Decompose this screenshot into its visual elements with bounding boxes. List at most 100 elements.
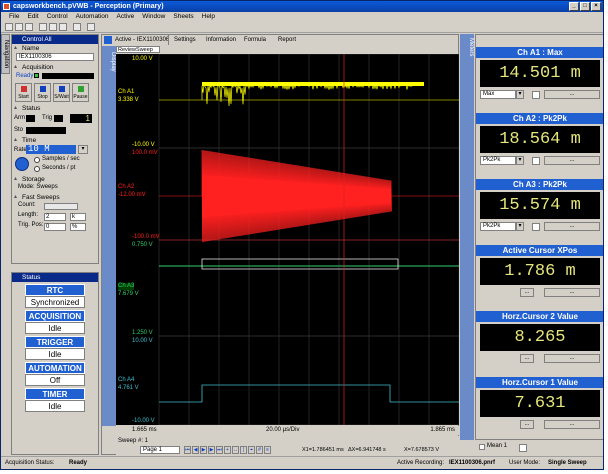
mean-checkbox[interactable]: [479, 444, 485, 450]
marker-icon[interactable]: ⌖: [248, 446, 255, 454]
meter-6-config-button[interactable]: ...: [544, 420, 600, 429]
zoom-icon[interactable]: +: [224, 446, 231, 454]
ch4-bottom-scale: -10.00 V: [132, 418, 155, 424]
samples-radio[interactable]: [34, 157, 40, 163]
navigation-side-tab[interactable]: Navigation: [1, 34, 10, 74]
length-field[interactable]: 2: [44, 213, 66, 221]
ch1-band: [202, 82, 424, 86]
trig-count: 1: [70, 114, 92, 123]
maximize-button[interactable]: □: [580, 2, 590, 11]
time-section[interactable]: Time: [12, 136, 98, 145]
meter-5-options-button[interactable]: ...: [520, 354, 534, 363]
ch4-value: 4.761 V: [118, 385, 139, 392]
meter-2-select[interactable]: Pk2Pk: [480, 156, 516, 165]
name-section[interactable]: Name: [12, 44, 98, 53]
status-section[interactable]: Status: [12, 104, 98, 113]
help-icon[interactable]: [87, 23, 95, 31]
meter-3-options-button[interactable]: ...: [544, 222, 600, 231]
meter-4-config-button[interactable]: ...: [544, 288, 600, 297]
display-side-tab[interactable]: Display: [102, 46, 116, 426]
paste-icon[interactable]: [59, 23, 67, 31]
first-page-icon[interactable]: ⏮: [184, 446, 191, 454]
meter-3-select[interactable]: Pk2Pk: [480, 222, 516, 231]
rate-value[interactable]: 10 M: [26, 145, 76, 154]
prev-page-icon[interactable]: ◀: [192, 446, 199, 454]
menu-automation[interactable]: Automation: [76, 12, 109, 21]
waveform-canvas[interactable]: [116, 54, 459, 425]
time-axis-row: 1.665 ms 20.00 µs/Div 1.865 ms: [116, 426, 459, 435]
meter-5-title: Horz.Cursor 2 Value: [476, 311, 604, 322]
ch2-name: Ch A2: [118, 184, 134, 191]
play-icon[interactable]: ▶: [200, 446, 207, 454]
meter-2-options-button[interactable]: ...: [544, 156, 600, 165]
rate-dropdown-icon[interactable]: ▾: [78, 145, 88, 154]
meter-5-config-button[interactable]: ...: [544, 354, 600, 363]
meter-1-options-button[interactable]: ...: [544, 90, 600, 99]
last-page-icon[interactable]: ⏭: [216, 446, 223, 454]
meter-page-icon[interactable]: [519, 444, 527, 452]
meter-1-value: 14.501 m: [480, 60, 600, 87]
meter-2-checkbox[interactable]: [532, 157, 540, 165]
tab-formula[interactable]: Formula: [244, 35, 266, 45]
meters-side-tab[interactable]: Meters: [460, 34, 474, 440]
minimize-button[interactable]: _: [569, 2, 579, 11]
page-select[interactable]: Page 1: [140, 446, 180, 454]
ch1-name: Ch A1: [118, 89, 134, 96]
meter-1-title: Ch A1 : Max: [476, 47, 604, 58]
ch1-trace: [202, 84, 415, 106]
meter-6-options-button[interactable]: ...: [520, 420, 534, 429]
seconds-radio[interactable]: [34, 166, 40, 172]
menu-edit[interactable]: Edit: [27, 12, 38, 21]
meter-3-checkbox[interactable]: [532, 223, 540, 231]
menu-window[interactable]: Window: [142, 12, 165, 21]
cursor-icon[interactable]: |: [240, 446, 247, 454]
waveform-display[interactable]: 10.00 V Ch A1 3.338 V -10.00 V 100.0 mV …: [116, 54, 459, 425]
print-icon[interactable]: [73, 23, 81, 31]
sweep-label: Sweep #: 1: [118, 438, 148, 444]
menu-file[interactable]: File: [9, 12, 19, 21]
fast-sweeps-section[interactable]: Fast Sweeps: [12, 193, 98, 202]
fit-icon[interactable]: ↔: [232, 446, 239, 454]
stop-button[interactable]: Stop: [34, 83, 51, 102]
status-trigger: TRIGGER Idle: [25, 336, 85, 360]
trig-led: [54, 115, 63, 122]
s-wait-button[interactable]: S/Wait: [53, 83, 70, 102]
ch2-top-scale: 100.0 mV: [132, 150, 158, 156]
list-icon[interactable]: ≡: [264, 446, 271, 454]
menu-help[interactable]: Help: [202, 12, 215, 21]
tab-settings[interactable]: Settings: [174, 35, 196, 45]
storage-section[interactable]: Storage: [12, 175, 98, 184]
rate-knob-icon[interactable]: [15, 157, 29, 171]
menu-control[interactable]: Control: [47, 12, 68, 21]
meter-4-options-button[interactable]: ...: [520, 288, 534, 297]
trig-pos-unit[interactable]: %: [70, 223, 86, 231]
tab-report[interactable]: Report: [278, 35, 296, 45]
save-icon[interactable]: [25, 23, 33, 31]
start-button[interactable]: Start: [15, 83, 32, 102]
meter-2-dropdown-icon[interactable]: ▾: [516, 156, 524, 165]
cut-icon[interactable]: [39, 23, 47, 31]
pause-button[interactable]: Pause: [72, 83, 89, 102]
grid-icon[interactable]: #: [256, 446, 263, 454]
status-timer-title: TIMER: [25, 388, 85, 400]
meter-3-dropdown-icon[interactable]: ▾: [516, 222, 524, 231]
close-button[interactable]: ×: [591, 2, 601, 11]
menu-sheets[interactable]: Sheets: [173, 12, 193, 21]
next-page-icon[interactable]: ▶: [208, 446, 215, 454]
tab-information[interactable]: Information: [206, 35, 236, 45]
meter-1-checkbox[interactable]: [532, 91, 540, 99]
trig-pos-field[interactable]: 0: [44, 223, 66, 231]
new-icon[interactable]: [5, 23, 13, 31]
copy-icon[interactable]: [49, 23, 57, 31]
open-icon[interactable]: [15, 23, 23, 31]
name-field[interactable]: IEX1100306: [16, 53, 94, 61]
ch1-top-scale: 10.00 V: [132, 56, 153, 62]
acquisition-section[interactable]: Acquisition: [12, 63, 98, 72]
meter-1-dropdown-icon[interactable]: ▾: [516, 90, 524, 99]
meter-1-select[interactable]: Max: [480, 90, 516, 99]
length-unit-select[interactable]: k: [70, 213, 86, 221]
menu-active[interactable]: Active: [117, 12, 135, 21]
review-sweep-tab[interactable]: ReviewSweep: [116, 46, 160, 53]
count-field[interactable]: [44, 203, 78, 210]
navigation-row: Sweep #: 1 Page 1 ⏮ ◀ ▶ ▶ ⏭ + ↔ | ⌖ # ≡ X1=1.78645…: [116, 436, 459, 455]
